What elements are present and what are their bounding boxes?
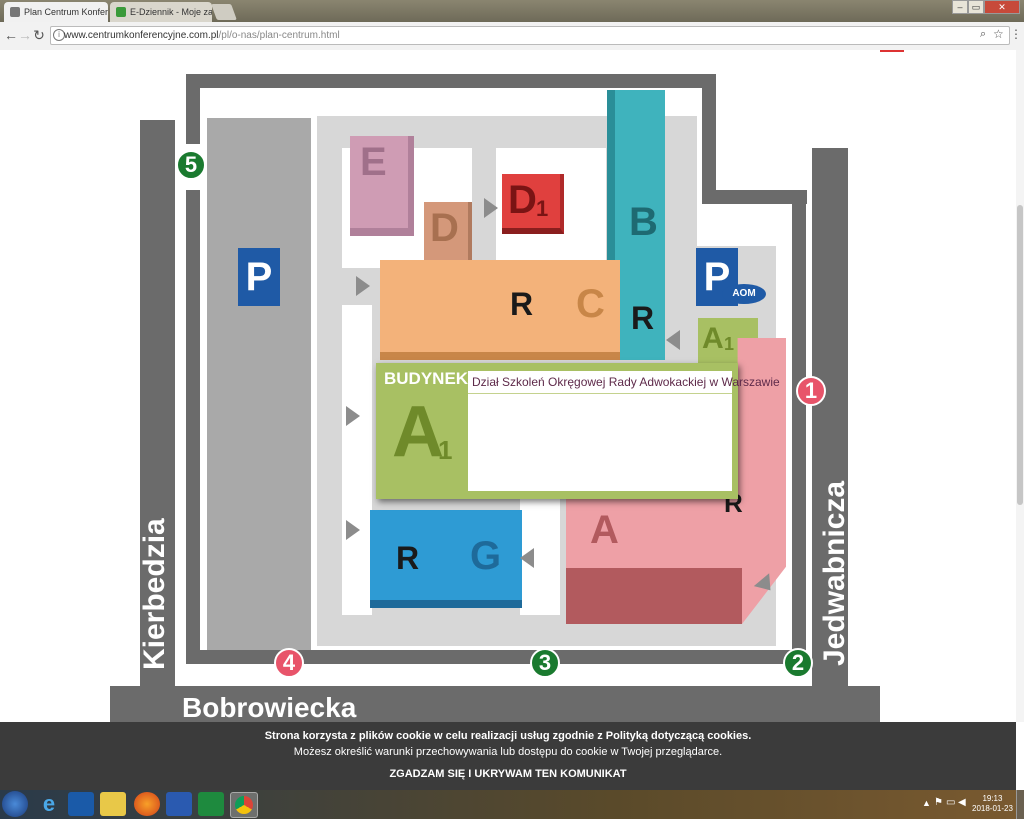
- building-d-label: D: [430, 206, 459, 250]
- entrance-arrow-icon: [666, 330, 680, 350]
- tab-label: Plan Centrum Konferenc: [24, 7, 108, 17]
- network-icon[interactable]: ▭: [946, 797, 955, 808]
- start-button-icon[interactable]: [2, 791, 28, 817]
- building-r-label: R: [631, 300, 655, 336]
- entrance-arrow-icon: [520, 548, 534, 568]
- parking-sign-west: P: [238, 248, 280, 306]
- reload-icon[interactable]: ↻: [31, 27, 47, 43]
- gate-3[interactable]: 3: [530, 648, 560, 678]
- building-r-label: R: [396, 540, 420, 576]
- entrance-arrow-icon: [346, 520, 360, 540]
- perimeter-road: [186, 190, 200, 660]
- building-a1-small-sub: 1: [724, 334, 735, 354]
- entrance-arrow-icon: [346, 406, 360, 426]
- word-icon[interactable]: [166, 792, 192, 816]
- street-jedwabnicza: Jedwabnicza: [818, 480, 851, 666]
- tab-plan-centrum[interactable]: Plan Centrum Konferenc ×: [4, 2, 108, 22]
- gate-4[interactable]: 4: [274, 648, 304, 678]
- entrance-arrow-icon: [356, 276, 370, 296]
- taskbar-clock[interactable]: 19:13 2018-01-23: [972, 794, 1013, 814]
- excel-icon[interactable]: [198, 792, 224, 816]
- action-center-flag-icon[interactable]: ⚑: [934, 797, 943, 808]
- entrance-arrow-icon: [484, 198, 498, 218]
- perimeter-road: [792, 190, 806, 650]
- show-desktop-button[interactable]: [1016, 790, 1024, 819]
- minimize-button[interactable]: –: [952, 0, 968, 14]
- popup-divider: [468, 393, 732, 394]
- building-c[interactable]: R C: [380, 260, 620, 360]
- tab-e-dziennik[interactable]: E-Dziennik - Moje zajęci ×: [110, 2, 212, 22]
- aom-logo: AOM: [722, 284, 766, 304]
- cookie-accept-button[interactable]: ZGADZAM SIĘ I UKRYWAM TEN KOMUNIKAT: [0, 768, 1016, 780]
- building-g-label: G: [470, 534, 502, 578]
- popup-building-label: BUDYNEK: [384, 369, 469, 388]
- header-accent: [880, 50, 904, 52]
- building-e-label: E: [360, 140, 387, 184]
- building-e[interactable]: E: [350, 136, 414, 236]
- tray-expand-icon[interactable]: ▲: [922, 798, 931, 808]
- internet-explorer-icon[interactable]: e: [36, 792, 62, 816]
- outlook-icon[interactable]: [68, 792, 94, 816]
- street-bobrowiecka: Bobrowiecka: [182, 692, 357, 722]
- building-b-label: B: [629, 200, 658, 244]
- maximize-button[interactable]: ▭: [968, 0, 984, 14]
- building-d[interactable]: D: [424, 202, 472, 266]
- cookie-text-1: Strona korzysta z plików cookie w celu r…: [264, 730, 752, 742]
- building-r-label: R: [510, 286, 534, 322]
- perimeter-road: [702, 74, 716, 204]
- zoom-icon[interactable]: ⌕: [980, 28, 986, 41]
- cookie-text-2: Możesz określić warunki przechowywania l…: [293, 746, 723, 758]
- site-favicon-icon: [116, 7, 126, 17]
- tab-label: E-Dziennik - Moje zajęci: [130, 7, 212, 17]
- clock-date: 2018-01-23: [972, 804, 1013, 813]
- building-c-label: C: [576, 282, 605, 326]
- courtyard: [342, 305, 372, 615]
- building-a1-small-label: A: [702, 322, 724, 355]
- gate-5[interactable]: 5: [176, 150, 206, 180]
- popup-building-sub: 1: [438, 435, 453, 465]
- building-a-shade: [566, 568, 742, 624]
- gate-1[interactable]: 1: [796, 376, 826, 406]
- perimeter-road: [186, 74, 200, 144]
- site-favicon-icon: [10, 7, 20, 17]
- building-a-label: A: [590, 508, 619, 552]
- popup-building-letter: A: [392, 392, 444, 472]
- chrome-taskbar-button[interactable]: [230, 792, 258, 818]
- parking-lot-west: [207, 118, 311, 650]
- cookie-banner: Strona korzysta z plików cookie w celu r…: [0, 722, 1016, 790]
- menu-icon[interactable]: ⋮: [1010, 27, 1022, 41]
- popup-title: Dział Szkoleń Okręgowej Rady Adwokackiej…: [472, 375, 780, 389]
- clock-time: 19:13: [982, 794, 1003, 803]
- file-explorer-icon[interactable]: [100, 792, 126, 816]
- close-window-button[interactable]: ✕: [984, 0, 1020, 14]
- building-d1[interactable]: D 1: [502, 174, 564, 234]
- street-kierbedzia: Kierbedzia: [138, 518, 171, 670]
- scrollbar-thumb[interactable]: [1017, 205, 1023, 505]
- volume-icon[interactable]: ◀: [958, 797, 966, 808]
- url-text: www.centrumkonferencyjne.com.pl/pl/o-nas…: [64, 30, 340, 41]
- building-d1-sub: 1: [536, 196, 549, 221]
- perimeter-road: [186, 74, 716, 88]
- popup-info-panel: Dział Szkoleń Okręgowej Rady Adwokackiej…: [468, 371, 780, 491]
- firefox-icon[interactable]: [134, 792, 160, 816]
- bookmark-star-icon[interactable]: ☆: [993, 27, 1004, 41]
- gate-2[interactable]: 2: [783, 648, 813, 678]
- building-g[interactable]: R G: [370, 510, 522, 608]
- building-d1-label: D: [508, 178, 537, 222]
- chrome-icon: [235, 796, 253, 814]
- building-popup[interactable]: BUDYNEK A 1 Dział Szkoleń Okręgowej Rady…: [376, 363, 780, 499]
